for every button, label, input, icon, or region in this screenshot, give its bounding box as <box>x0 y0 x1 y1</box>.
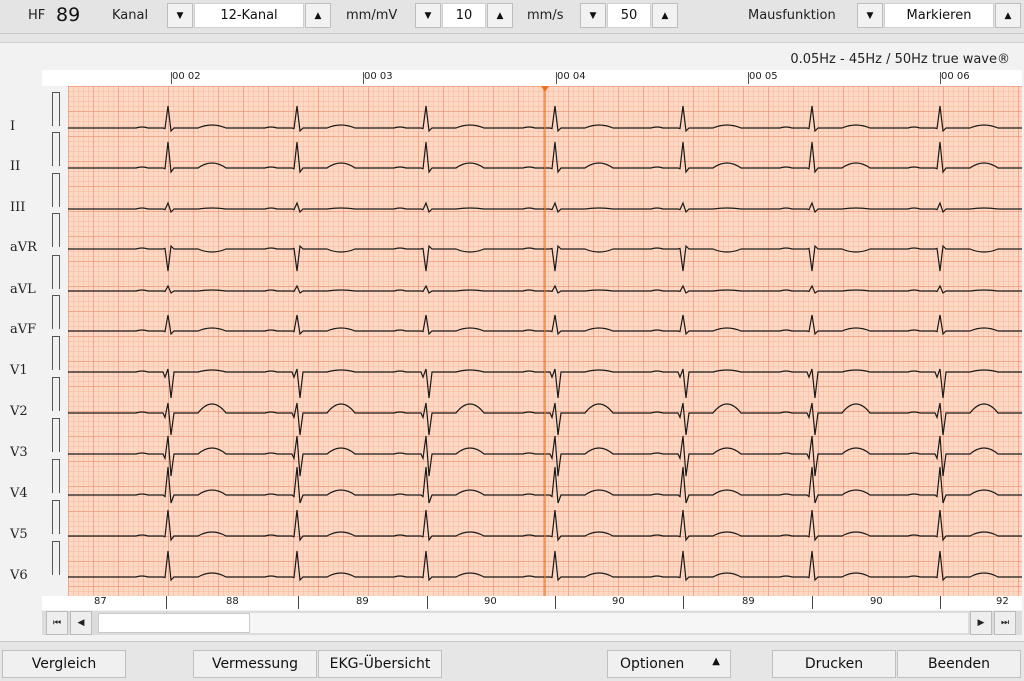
hf-value: 89 <box>56 4 81 26</box>
optionen-label: Optionen <box>620 656 685 672</box>
bottom-bar: Vergleich Vermessung EKG-Übersicht Optio… <box>0 641 1024 681</box>
hr-label: 89 <box>742 596 755 607</box>
lead-label: V5 <box>10 527 28 542</box>
calibration-pulse <box>52 213 60 247</box>
kanal-down-button[interactable]: ▼ <box>167 3 193 28</box>
lead-label: V3 <box>10 445 28 460</box>
lead-label: V1 <box>10 363 28 378</box>
triangle-up-icon: ▲ <box>661 10 669 21</box>
lead-label: aVR <box>10 240 37 255</box>
calibration-pulse <box>52 459 60 493</box>
ekg-uebersicht-button[interactable]: EKG-Übersicht <box>318 650 442 678</box>
time-label: 00 03 <box>363 71 393 84</box>
optionen-button[interactable]: Optionen ▲ <box>607 650 731 678</box>
kanal-up-button[interactable]: ▲ <box>305 3 331 28</box>
calibration-pulse <box>52 541 60 575</box>
calibration-pulse <box>52 336 60 370</box>
triangle-right-icon: ▶ <box>977 618 985 628</box>
lead-label: V4 <box>10 486 28 501</box>
lead-label: II <box>10 159 21 174</box>
scroll-last-button[interactable]: ⏭ <box>994 611 1016 635</box>
ecg-traces[interactable] <box>68 86 1022 596</box>
hr-label: 90 <box>870 596 883 607</box>
heart-rate-axis: 87 88 89 90 90 89 90 92 <box>42 596 1022 610</box>
time-axis: 00 02 00 03 00 04 00 05 00 06 <box>42 70 1022 86</box>
skip-to-start-icon: ⏮ <box>52 618 62 628</box>
triangle-up-icon: ▲ <box>496 10 504 21</box>
beat-tick <box>812 596 813 609</box>
beat-tick <box>427 596 428 609</box>
beenden-button[interactable]: Beenden <box>897 650 1021 678</box>
lead-label: aVL <box>10 282 36 297</box>
scroll-track[interactable] <box>98 613 968 633</box>
hf-label: HF <box>28 8 46 23</box>
drucken-button[interactable]: Drucken <box>772 650 896 678</box>
scroll-thumb[interactable] <box>98 613 250 633</box>
marker-handle-icon[interactable] <box>541 86 549 92</box>
top-toolbar: HF 89 Kanal ▼ 12-Kanal ▲ mm/mV ▼ 10 ▲ mm… <box>0 0 1024 34</box>
triangle-left-icon: ◀ <box>77 618 85 628</box>
lead-label: I <box>10 119 16 134</box>
hr-label: 87 <box>94 596 107 607</box>
mausfunktion-up-button[interactable]: ▲ <box>995 3 1021 28</box>
time-label: 00 02 <box>171 71 201 84</box>
lead-label: V2 <box>10 404 28 419</box>
triangle-up-icon: ▲ <box>314 10 322 21</box>
triangle-down-icon: ▼ <box>176 10 184 21</box>
mmmv-down-button[interactable]: ▼ <box>415 3 441 28</box>
beat-tick <box>940 596 941 609</box>
triangle-up-icon: ▲ <box>1004 10 1012 21</box>
triangle-down-icon: ▼ <box>866 10 874 21</box>
vergleich-button[interactable]: Vergleich <box>2 650 126 678</box>
lead-label: III <box>10 200 26 215</box>
triangle-up-icon: ▲ <box>712 656 720 667</box>
time-label: 00 04 <box>556 71 586 84</box>
vermessung-button[interactable]: Vermessung <box>193 650 317 678</box>
lead-label: V6 <box>10 568 28 583</box>
calibration-pulse <box>52 377 60 411</box>
scroll-right-button[interactable]: ▶ <box>970 611 992 635</box>
lead-label-column: I II III aVR aVL aVF V1 V2 V3 V4 V5 V6 <box>0 86 68 596</box>
calibration-pulse <box>52 418 60 452</box>
scroll-left-button[interactable]: ◀ <box>70 611 92 635</box>
calibration-pulse <box>52 255 60 289</box>
hr-label: 90 <box>612 596 625 607</box>
kanal-value-field[interactable]: 12-Kanal <box>194 3 304 28</box>
time-label: 00 06 <box>940 71 970 84</box>
mausfunktion-down-button[interactable]: ▼ <box>857 3 883 28</box>
filter-info: 0.05Hz - 45Hz / 50Hz true wave® <box>790 52 1010 67</box>
hr-label: 90 <box>484 596 497 607</box>
calibration-pulse <box>52 92 60 126</box>
calibration-pulse <box>52 132 60 166</box>
mmmv-value-field[interactable]: 10 <box>442 3 486 28</box>
horizontal-scrollbar[interactable]: ⏮ ◀ ▶ ⏭ <box>42 611 1022 635</box>
calibration-pulse <box>52 500 60 534</box>
mausfunktion-label: Mausfunktion <box>748 8 836 23</box>
mmmv-up-button[interactable]: ▲ <box>487 3 513 28</box>
scroll-first-button[interactable]: ⏮ <box>46 611 68 635</box>
triangle-down-icon: ▼ <box>589 10 597 21</box>
mms-label: mm/s <box>527 8 564 23</box>
skip-to-end-icon: ⏭ <box>1000 618 1010 628</box>
mausfunktion-value-field[interactable]: Markieren <box>884 3 994 28</box>
beat-tick <box>166 596 167 609</box>
mms-value-field[interactable]: 50 <box>607 3 651 28</box>
beat-tick <box>298 596 299 609</box>
calibration-pulse <box>52 173 60 207</box>
hr-label: 92 <box>996 596 1009 607</box>
hr-label: 89 <box>356 596 369 607</box>
kanal-label: Kanal <box>112 8 149 23</box>
beat-tick <box>683 596 684 609</box>
calibration-pulse <box>52 295 60 329</box>
time-label: 00 05 <box>748 71 778 84</box>
mms-down-button[interactable]: ▼ <box>580 3 606 28</box>
triangle-down-icon: ▼ <box>424 10 432 21</box>
mms-up-button[interactable]: ▲ <box>652 3 678 28</box>
lead-label: aVF <box>10 322 37 337</box>
mmmv-label: mm/mV <box>346 8 398 23</box>
hr-label: 88 <box>226 596 239 607</box>
beat-tick <box>555 596 556 609</box>
